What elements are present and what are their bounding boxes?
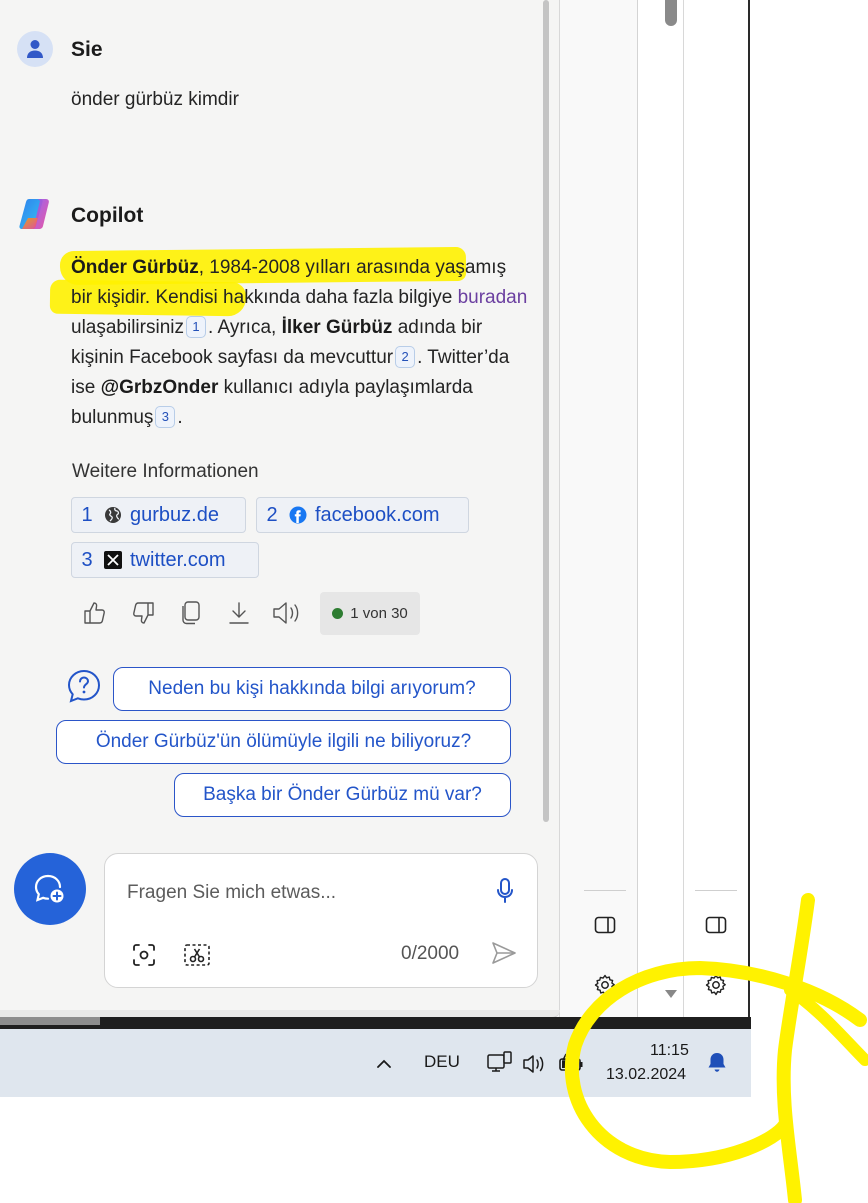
yellow-hand-drawn-annotation xyxy=(564,893,868,1203)
